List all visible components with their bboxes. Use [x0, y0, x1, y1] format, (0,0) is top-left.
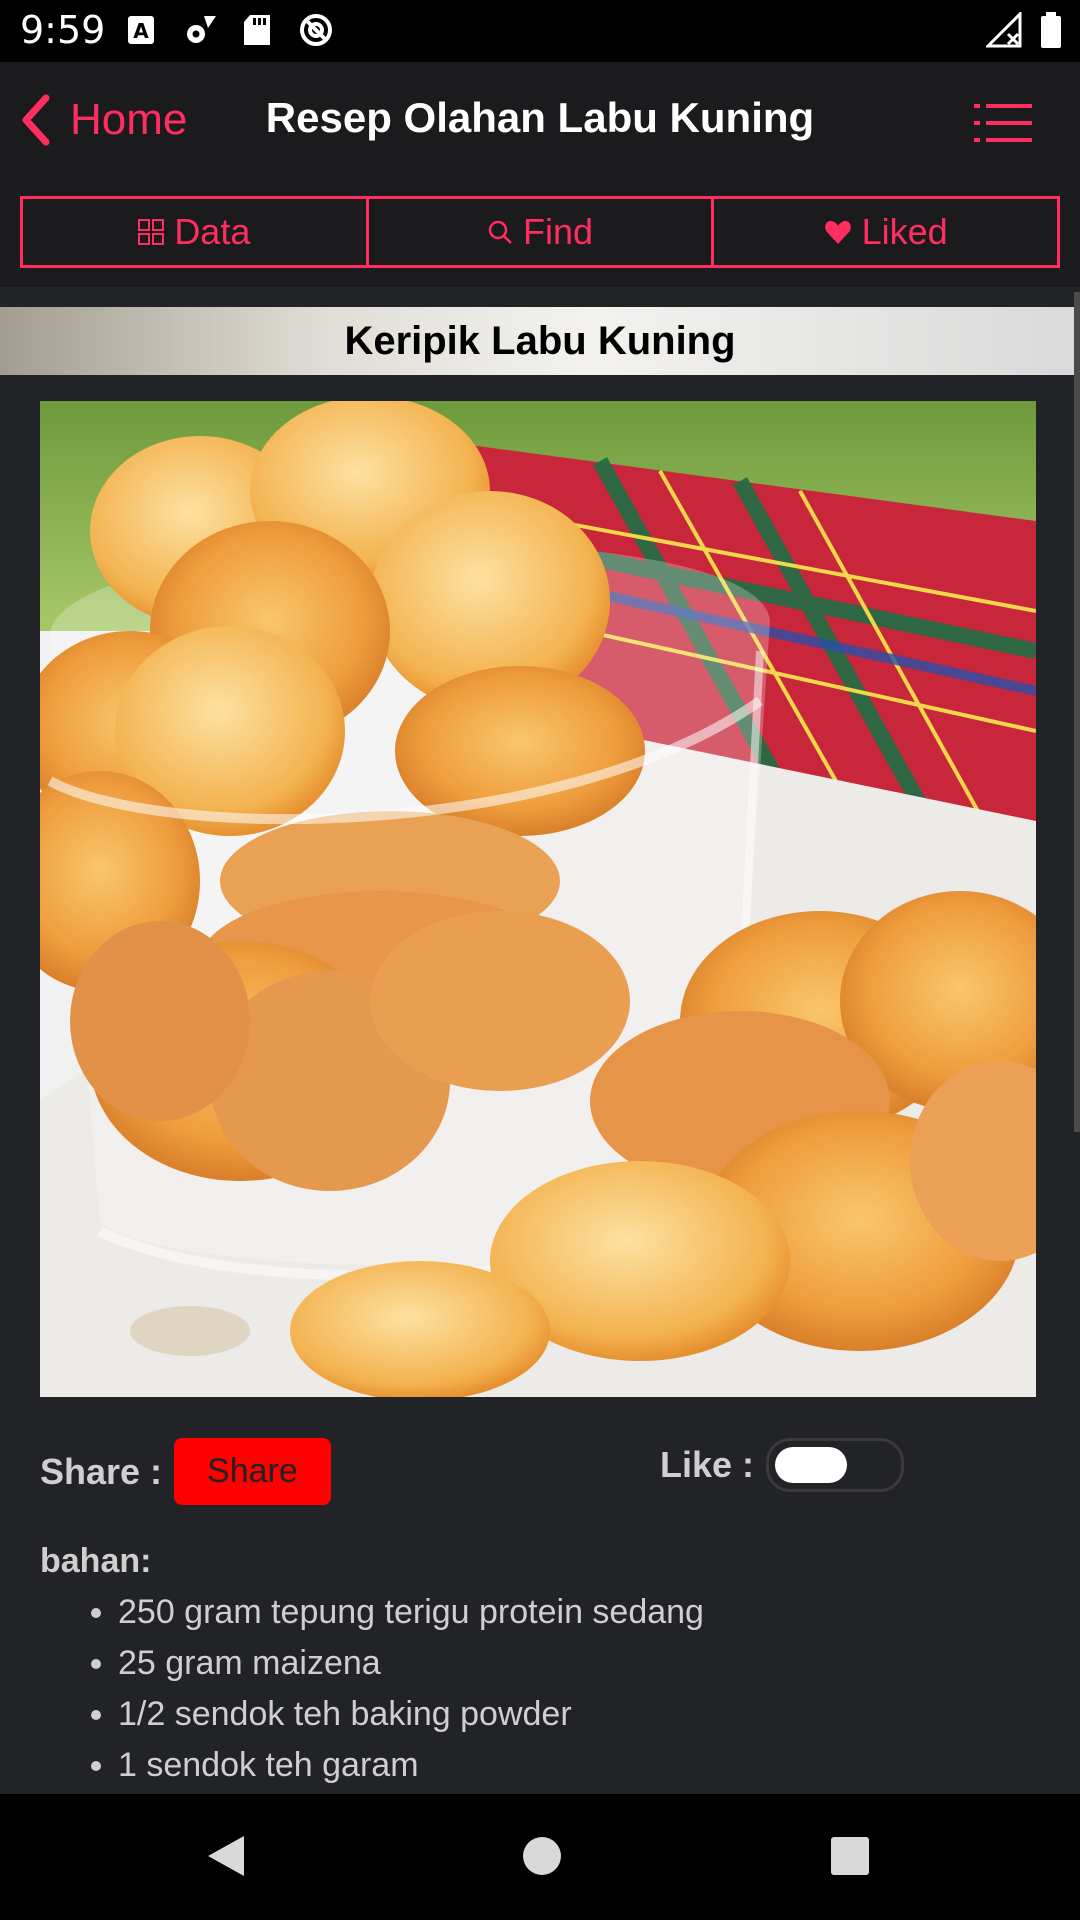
tab-bar: Data Find Liked	[20, 196, 1060, 268]
status-bar: 9:59 A	[0, 0, 1080, 62]
a-icon: A	[128, 16, 154, 44]
recipe-photo	[40, 401, 1036, 1397]
heart-icon	[824, 220, 851, 244]
signal-icon	[986, 12, 1022, 48]
tab-find[interactable]: Find	[369, 199, 715, 265]
tab-find-label: Find	[522, 211, 594, 252]
list-item: 25 gram maizena	[118, 1638, 704, 1689]
menu-button[interactable]	[974, 102, 1032, 149]
nav-home-button[interactable]	[520, 1832, 564, 1885]
nav-recents-button[interactable]	[828, 1832, 872, 1885]
sd-card-icon	[244, 15, 270, 45]
like-label: Like :	[660, 1444, 755, 1485]
search-icon	[488, 220, 512, 244]
like-row: Like :	[660, 1438, 905, 1492]
scrollbar[interactable]	[1074, 292, 1080, 1132]
svg-text:A: A	[133, 19, 149, 43]
tab-data-label: Data	[174, 211, 251, 252]
recents-icon	[831, 1837, 869, 1875]
ingredients-section: bahan: 250 gram tepung terigu protein se…	[40, 1542, 704, 1791]
tab-liked-label: Liked	[861, 211, 948, 252]
toggle-knob	[775, 1447, 848, 1483]
recipe-title: Keripik Labu Kuning	[0, 307, 1080, 375]
ingredients-heading: bahan:	[40, 1542, 152, 1580]
share-button[interactable]: Share	[174, 1438, 331, 1505]
share-label: Share :	[40, 1450, 163, 1492]
list-menu-icon	[974, 104, 1032, 142]
tab-liked[interactable]: Liked	[714, 199, 1057, 265]
navigation-bar	[0, 1794, 1080, 1920]
recipe-content[interactable]: Keripik Labu Kuning Share: Share Like:…	[0, 292, 1080, 1794]
status-time: 9:59	[20, 8, 106, 52]
list-item: 1 sendok teh garam	[118, 1740, 704, 1791]
list-item: 250 gram tepung terigu protein sedang	[118, 1587, 704, 1638]
settings-icon	[187, 16, 216, 43]
share-row: Share : Share	[40, 1438, 331, 1505]
at-icon	[300, 14, 332, 46]
like-toggle[interactable]	[766, 1438, 905, 1492]
tab-data[interactable]: Data	[23, 199, 369, 265]
ingredients-list: 250 gram tepung terigu protein sedang 25…	[40, 1587, 704, 1791]
nav-back-button[interactable]	[204, 1832, 248, 1885]
page-title: Resep Olahan Labu Kuning	[265, 94, 815, 141]
app-bar: Home Resep Olahan Labu Kuning Data Find …	[0, 62, 1080, 287]
back-icon	[208, 1836, 244, 1876]
battery-icon	[1041, 12, 1061, 48]
list-item: 1/2 sendok teh baking powder	[118, 1689, 704, 1740]
home-icon	[523, 1837, 561, 1875]
grid-icon	[138, 219, 165, 245]
